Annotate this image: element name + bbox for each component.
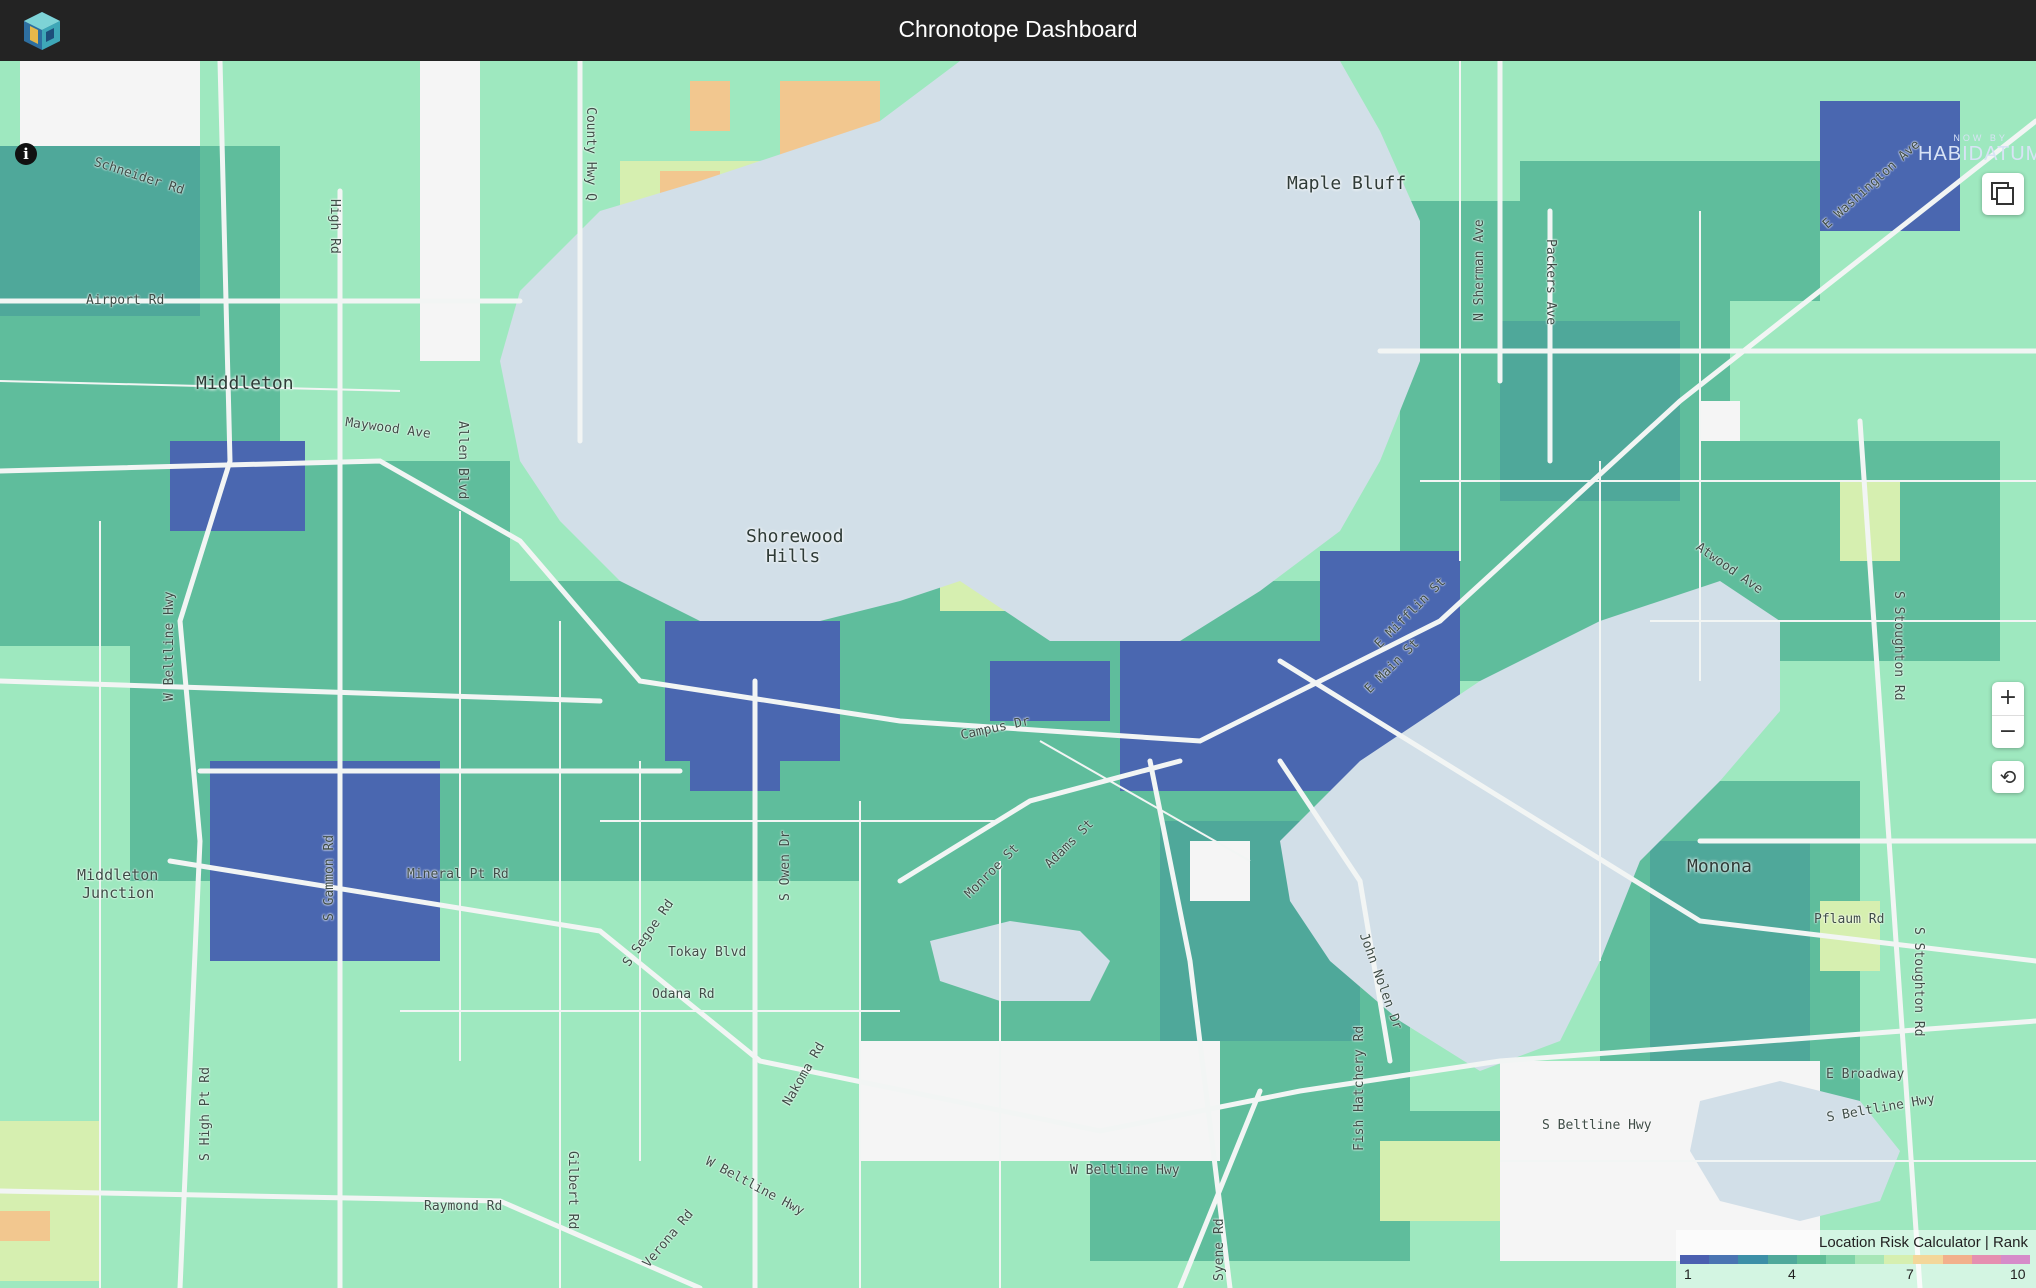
legend-tick-1: 1 xyxy=(1684,1266,1692,1282)
legend-swatch xyxy=(1738,1255,1768,1264)
info-button[interactable]: i xyxy=(15,143,37,165)
zoom-out-button[interactable]: − xyxy=(1992,716,2024,749)
legend-swatch xyxy=(1680,1255,1710,1264)
zoom-controls: + − xyxy=(1992,682,2024,748)
map-canvas[interactable]: Middleton Maple Bluff Shorewood Hills Mi… xyxy=(0,61,2036,1288)
road-label-airport: Airport Rd xyxy=(86,293,165,308)
reset-view-button[interactable]: ⟲ xyxy=(1992,761,2024,793)
zoom-in-button[interactable]: + xyxy=(1992,682,2024,716)
place-label-monona: Monona xyxy=(1687,856,1753,877)
legend-swatch xyxy=(1825,1255,1856,1264)
risk-map[interactable] xyxy=(0,61,2036,1288)
page-title: Chronotope Dashboard xyxy=(898,16,1138,42)
road-label-packers: Packers Ave xyxy=(1543,239,1558,326)
place-label-junction: Junction xyxy=(82,884,155,902)
legend-tick-7: 7 xyxy=(1906,1266,1914,1282)
road-label-beltline-s: S Beltline Hwy xyxy=(1542,1118,1652,1133)
legend-swatch xyxy=(1942,1255,1972,1264)
road-label-owen: S Owen Dr xyxy=(778,830,793,901)
legend: Location Risk Calculator | Rank 1 4 7 10 xyxy=(1676,1230,2036,1288)
place-label-middleton: Middleton xyxy=(196,373,294,394)
place-label-shorewood: Shorewood xyxy=(746,526,844,547)
top-bar: Chronotope Dashboard xyxy=(0,0,2036,61)
road-label-syene: Syene Rd xyxy=(1212,1218,1227,1281)
road-label-stoughton: S Stoughton Rd xyxy=(1911,927,1926,1037)
legend-swatch xyxy=(1767,1255,1797,1264)
road-label-fish-hatchery: Fish Hatchery Rd xyxy=(1352,1025,1367,1151)
legend-swatch xyxy=(1884,1255,1914,1264)
watermark-brand: HABIDATUM xyxy=(1918,143,2036,165)
road-label-raymond: Raymond Rd xyxy=(424,1199,503,1214)
legend-title: Location Risk Calculator | Rank xyxy=(1819,1234,2028,1251)
legend-swatch xyxy=(1709,1255,1739,1264)
road-label-odana: Odana Rd xyxy=(652,987,715,1002)
watermark-sub: NOW BY xyxy=(1953,133,2008,143)
legend-swatch xyxy=(1796,1255,1826,1264)
legend-swatch xyxy=(2000,1255,2031,1264)
legend-swatch xyxy=(1971,1255,2001,1264)
road-label-sherman: N Sherman Ave xyxy=(1472,219,1487,321)
layers-icon xyxy=(1991,182,2014,205)
road-label-allen: Allen Blvd xyxy=(455,421,470,500)
road-label-gilbert: Gilbert Rd xyxy=(565,1151,580,1230)
place-label-middleton-junction: Middleton xyxy=(77,866,159,884)
legend-tick-4: 4 xyxy=(1788,1266,1796,1282)
road-label-pflaum: Pflaum Rd xyxy=(1814,912,1885,927)
habidatum-watermark: NOW BY HABIDATUM xyxy=(1918,133,2036,166)
road-label-stoughton2: S Stoughton Rd xyxy=(1891,591,1906,701)
layers-button[interactable] xyxy=(1982,173,2024,215)
legend-color-bar xyxy=(1680,1255,2031,1264)
road-label-high-rd: High Rd xyxy=(327,199,342,254)
legend-swatch xyxy=(1913,1255,1943,1264)
place-label-hills: Hills xyxy=(766,546,821,567)
legend-swatch xyxy=(1855,1255,1885,1264)
road-label-county-q: County Hwy Q xyxy=(583,107,598,201)
legend-tick-10: 10 xyxy=(2010,1266,2026,1282)
road-label-gammon: S Gammon Rd xyxy=(322,834,337,921)
road-label-beltline-w2: W Beltline Hwy xyxy=(1070,1163,1180,1178)
place-label-maple-bluff: Maple Bluff xyxy=(1287,173,1407,194)
road-label-beltline-w: W Beltline Hwy xyxy=(162,591,177,701)
road-label-high-s: S High Pt Rd xyxy=(198,1067,213,1161)
road-label-mineral-pt: Mineral Pt Rd xyxy=(407,867,509,882)
road-label-tokay: Tokay Blvd xyxy=(668,945,747,960)
road-label-broadway: E Broadway xyxy=(1826,1067,1905,1082)
